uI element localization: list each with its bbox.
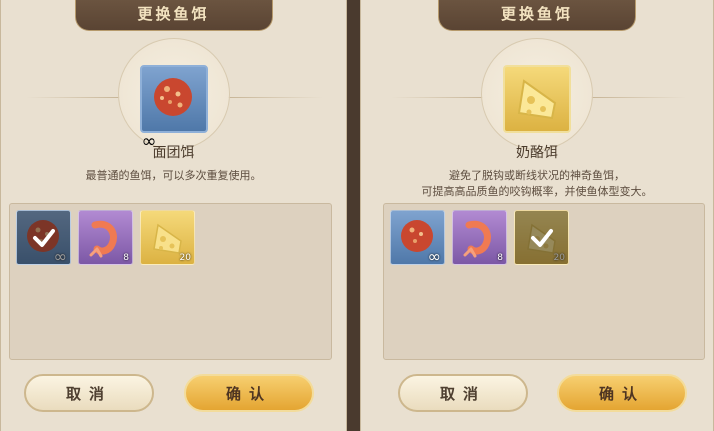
decor-line (228, 97, 323, 98)
selected-bait-card (503, 65, 571, 133)
selected-bait-description: 避免了脱钩或断线状况的神奇鱼饵， 可提高高品质鱼的咬钩概率，并使鱼体型变大。 (361, 168, 713, 200)
bait-panel-right: 更换鱼饵 奶酪饵 避免了脱钩或断线状况的神奇鱼饵， 可提高高品质鱼的咬钩概率，并… (360, 0, 714, 431)
slot-count: 8 (497, 253, 503, 263)
selected-bait-name: 奶酪饵 (516, 145, 558, 161)
dough-ball-bait-icon (153, 78, 192, 116)
selected-bait-description: 最普通的鱼饵，可以多次重复使用。 (85, 169, 262, 182)
panel-title: 更换鱼饵 (74, 0, 273, 31)
bait-inventory-grid: ∞ 8 20 (9, 203, 332, 360)
description-line: 避免了脱钩或断线状况的神奇鱼饵， (449, 169, 625, 182)
cancel-button[interactable]: 取消 (398, 374, 528, 412)
bait-panel-left: 更换鱼饵 ∞ 面团饵 最普通的鱼饵，可以多次重复使用。 ∞ 8 20 取消 确认 (0, 0, 347, 431)
slot-count: 20 (179, 253, 191, 263)
decor-line (26, 97, 121, 98)
selected-bait-name: 面团饵 (152, 145, 195, 161)
description-line: 可提高高品质鱼的咬钩概率，并使鱼体型变大。 (421, 185, 653, 198)
bait-slot-dough[interactable]: ∞ (390, 210, 445, 266)
slot-count: ∞ (427, 247, 441, 266)
bait-slot-cheese[interactable]: 20 (140, 210, 195, 265)
decor-line (591, 97, 686, 98)
slot-count: 8 (123, 253, 129, 263)
selected-bait-card: ∞ (139, 65, 208, 152)
decor-line (391, 97, 486, 98)
confirm-button[interactable]: 确认 (557, 374, 687, 412)
bait-slot-shrimp[interactable]: 8 (78, 210, 133, 265)
slot-count: 20 (553, 253, 565, 263)
confirm-button[interactable]: 确认 (184, 374, 314, 412)
check-icon (531, 229, 553, 247)
check-icon (33, 229, 55, 247)
bait-slot-dough[interactable]: ∞ (16, 210, 71, 266)
cheese-bait-icon (517, 79, 557, 120)
bait-slot-shrimp[interactable]: 8 (452, 210, 507, 265)
bait-slot-cheese[interactable]: 20 (514, 210, 569, 265)
panel-title: 更换鱼饵 (438, 0, 636, 31)
cancel-button[interactable]: 取消 (24, 374, 154, 412)
bait-inventory-grid: ∞ 8 20 (383, 203, 705, 360)
